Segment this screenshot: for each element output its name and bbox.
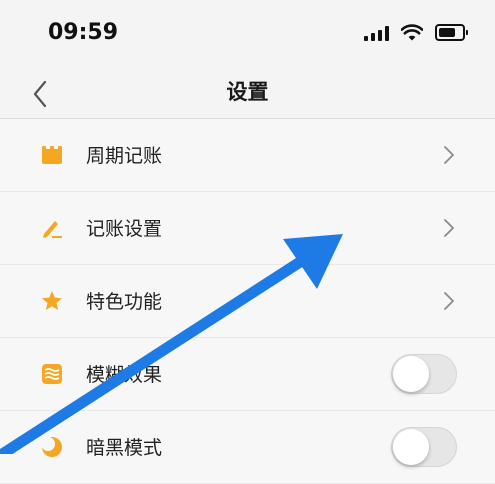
settings-row-label: 周期记账 <box>86 145 163 167</box>
settings-list: 周期记账 记账设置 特色功能 模糊效果 暗黑模式 <box>0 119 495 484</box>
status-icons <box>364 24 468 41</box>
settings-row-bookkeeping-settings[interactable]: 记账设置 <box>0 192 495 265</box>
settings-row-label: 记账设置 <box>86 218 163 240</box>
waves-icon <box>42 364 62 384</box>
settings-row-featured-functions[interactable]: 特色功能 <box>0 265 495 338</box>
chevron-right-icon <box>444 219 454 237</box>
star-icon <box>42 291 62 310</box>
page-title: 设置 <box>226 80 269 104</box>
blur-effect-toggle[interactable] <box>391 354 457 394</box>
status-time: 09:59 <box>48 20 119 45</box>
settings-row-label: 暗黑模式 <box>86 437 163 459</box>
calendar-icon <box>42 146 62 164</box>
status-bar: 09:59 <box>0 0 495 68</box>
chevron-right-icon <box>444 292 454 310</box>
nav-bar: 设置 <box>0 68 495 119</box>
settings-row-label: 特色功能 <box>86 291 163 313</box>
battery-icon <box>435 24 468 41</box>
toggle-knob <box>393 356 429 392</box>
chevron-right-icon <box>444 146 454 164</box>
toggle-knob <box>393 429 429 465</box>
wifi-icon <box>401 24 423 41</box>
settings-row-blur-effect: 模糊效果 <box>0 338 495 411</box>
settings-row-dark-mode: 暗黑模式 <box>0 411 495 484</box>
signal-icon <box>364 25 389 41</box>
settings-row-periodic-bookkeeping[interactable]: 周期记账 <box>0 119 495 192</box>
dark-mode-toggle[interactable] <box>391 427 457 467</box>
settings-row-label: 模糊效果 <box>86 364 163 386</box>
moon-icon <box>41 437 62 457</box>
pencil-icon <box>43 221 62 238</box>
